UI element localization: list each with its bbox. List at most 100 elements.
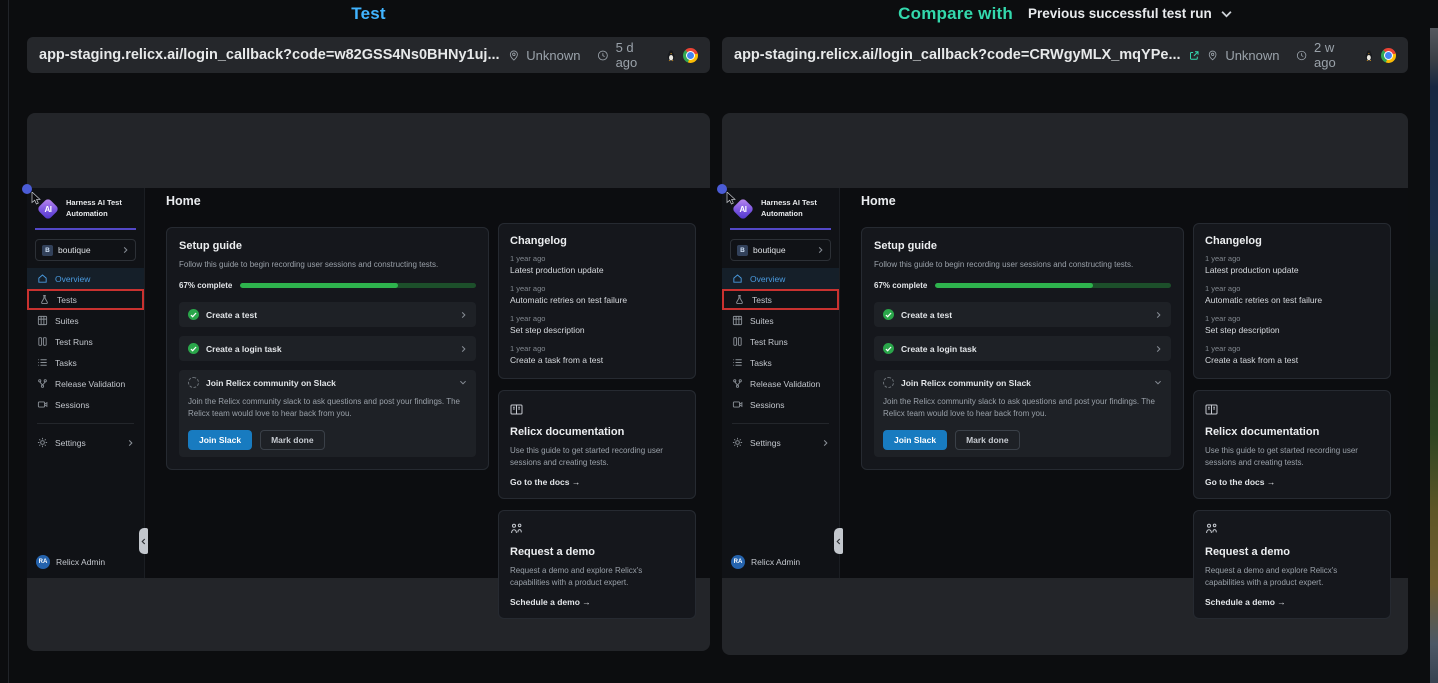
sidebar-item-overview[interactable]: Overview <box>722 268 839 289</box>
chevron-down-icon <box>1154 379 1162 386</box>
location-value: Unknown <box>1225 48 1279 63</box>
chevron-left-icon <box>141 538 146 545</box>
sidebar-item-release-validation[interactable]: Release Validation <box>27 373 144 394</box>
compare-panel-header: Compare with Previous successful test ru… <box>722 0 1408 27</box>
page-title: Home <box>166 194 201 208</box>
schedule-demo-link[interactable]: Schedule a demo → <box>510 597 684 607</box>
sidebar-item-settings[interactable]: Settings <box>27 432 144 453</box>
people-icon <box>1205 522 1379 540</box>
changelog-card: Changelog 1 year ago Latest production u… <box>1193 223 1391 379</box>
test-panel-header: Test <box>27 0 710 27</box>
sidebar-item-settings[interactable]: Settings <box>722 432 839 453</box>
book-icon <box>510 402 684 420</box>
clock-icon <box>597 48 609 63</box>
chevron-right-icon <box>127 439 134 447</box>
project-selector[interactable]: B boutique <box>35 239 136 261</box>
join-slack-button[interactable]: Join Slack <box>188 430 252 450</box>
compare-run-selector-value: Previous successful test run <box>1028 6 1212 21</box>
progress-bar <box>240 283 476 288</box>
columns-icon <box>732 336 743 347</box>
progress-label: 67% complete <box>179 281 232 290</box>
compare-panel-title: Compare with <box>898 4 1013 24</box>
chrome-icon <box>1381 48 1396 63</box>
mark-done-button[interactable]: Mark done <box>955 430 1020 450</box>
setup-guide-title: Setup guide <box>179 240 476 252</box>
docs-title: Relicx documentation <box>1205 426 1379 438</box>
join-slack-button[interactable]: Join Slack <box>883 430 947 450</box>
unchecked-circle-icon <box>188 377 199 388</box>
unchecked-circle-icon <box>883 377 894 388</box>
sidebar-collapse-handle[interactable] <box>139 528 148 554</box>
video-icon <box>732 399 743 410</box>
gear-icon <box>732 437 743 448</box>
setup-item-create-test[interactable]: Create a test <box>874 302 1171 327</box>
sidebar-item-sessions[interactable]: Sessions <box>722 394 839 415</box>
go-to-docs-link[interactable]: Go to the docs → <box>1205 477 1379 487</box>
setup-item-create-login-task[interactable]: Create a login task <box>874 336 1171 361</box>
sidebar-item-suites[interactable]: Suites <box>27 310 144 331</box>
app-main: Home Setup guide Follow this guide to be… <box>841 188 1408 578</box>
progress-bar <box>935 283 1171 288</box>
people-icon <box>510 522 684 540</box>
setup-guide-card: Setup guide Follow this guide to begin r… <box>861 227 1184 470</box>
compare-url-bar: app-staging.relicx.ai/login_callback?cod… <box>722 37 1408 73</box>
mark-done-button[interactable]: Mark done <box>260 430 325 450</box>
user-profile[interactable]: RA Relicx Admin <box>731 555 800 569</box>
user-name: Relicx Admin <box>751 557 800 567</box>
compare-run-selector[interactable]: Previous successful test run <box>1028 6 1232 21</box>
progress-row: 67% complete <box>179 281 476 290</box>
check-icon <box>883 343 894 354</box>
age-value: 5 d ago <box>616 40 650 70</box>
changelog-entry: 1 year ago Automatic retries on test fai… <box>510 284 684 305</box>
sidebar-item-test-runs[interactable]: Test Runs <box>722 331 839 352</box>
chevron-down-icon <box>1221 10 1232 18</box>
sidebar-item-tasks[interactable]: Tasks <box>722 352 839 373</box>
sidebar-collapse-handle[interactable] <box>834 528 843 554</box>
linux-penguin-icon <box>666 48 676 63</box>
user-profile[interactable]: RA Relicx Admin <box>36 555 105 569</box>
sidebar-item-release-validation[interactable]: Release Validation <box>722 373 839 394</box>
sidebar-item-test-runs[interactable]: Test Runs <box>27 331 144 352</box>
setup-guide-card: Setup guide Follow this guide to begin r… <box>166 227 489 470</box>
user-name: Relicx Admin <box>56 557 105 567</box>
flask-icon <box>734 294 745 305</box>
sidebar-item-overview[interactable]: Overview <box>27 268 144 289</box>
setup-item-create-login-task[interactable]: Create a login task <box>179 336 476 361</box>
sidebar-item-suites[interactable]: Suites <box>722 310 839 331</box>
setup-item-join-slack[interactable]: Join Relicx community on Slack Join the … <box>179 370 476 457</box>
check-icon <box>188 309 199 320</box>
mouse-cursor-icon <box>726 192 737 205</box>
schedule-demo-link[interactable]: Schedule a demo → <box>1205 597 1379 607</box>
chevron-right-icon <box>460 311 467 319</box>
external-link-icon[interactable] <box>1189 48 1200 63</box>
project-selector[interactable]: B boutique <box>730 239 831 261</box>
brand-name: Harness AI Test Automation <box>761 198 817 219</box>
sidebar-item-tests[interactable]: Tests <box>27 289 144 310</box>
sidebar-item-sessions[interactable]: Sessions <box>27 394 144 415</box>
sidebar-item-tests[interactable]: Tests <box>722 289 839 310</box>
test-url: app-staging.relicx.ai/login_callback?cod… <box>39 47 500 63</box>
progress-fill <box>935 283 1093 288</box>
check-icon <box>883 309 894 320</box>
changelog-entry: 1 year ago Latest production update <box>510 254 684 275</box>
branch-icon <box>37 378 48 389</box>
demo-description: Request a demo and explore Relicx's capa… <box>1205 565 1379 589</box>
setup-guide-subtitle: Follow this guide to begin recording use… <box>179 259 476 271</box>
right-column: Changelog 1 year ago Latest production u… <box>1193 223 1391 630</box>
list-icon <box>37 357 48 368</box>
sidebar-item-tasks[interactable]: Tasks <box>27 352 144 373</box>
chevron-right-icon <box>1155 345 1162 353</box>
setup-item-join-slack[interactable]: Join Relicx community on Slack Join the … <box>874 370 1171 457</box>
chevron-down-icon <box>459 379 467 386</box>
request-demo-card: Request a demo Request a demo and explor… <box>498 510 696 619</box>
setup-item-create-test[interactable]: Create a test <box>179 302 476 327</box>
chevron-right-icon <box>817 246 824 254</box>
app-main: Home Setup guide Follow this guide to be… <box>146 188 710 578</box>
go-to-docs-link[interactable]: Go to the docs → <box>510 477 684 487</box>
app-sidebar: AI Harness AI Test Automation B boutique… <box>722 188 840 578</box>
embedded-app-screenshot: AI Harness AI Test Automation B boutique… <box>27 188 710 578</box>
chevron-right-icon <box>122 246 129 254</box>
next-screenshot-edge-strip <box>1430 28 1438 683</box>
documentation-card: Relicx documentation Use this guide to g… <box>498 390 696 499</box>
setup-guide-title: Setup guide <box>874 240 1171 252</box>
